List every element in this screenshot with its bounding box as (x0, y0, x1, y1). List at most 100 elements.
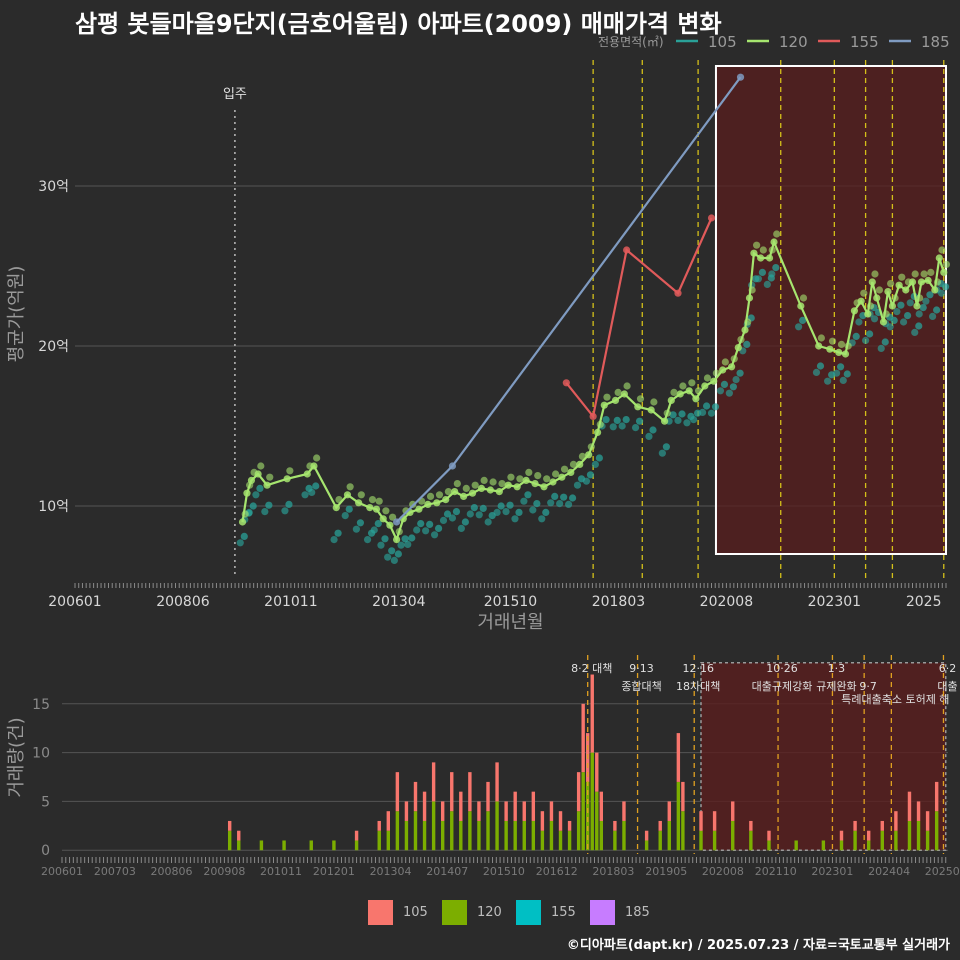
point-105 (906, 299, 914, 307)
point-105 (556, 500, 564, 508)
x-tick-label-bottom: 202404 (868, 865, 910, 878)
bar-105 (522, 801, 526, 821)
x-tick-label: 202301 (808, 594, 861, 610)
point-120 (600, 401, 608, 409)
point-105 (568, 494, 577, 502)
point-120 (594, 428, 602, 436)
bar-120 (644, 840, 649, 851)
point-120 (719, 366, 727, 374)
bar-105 (907, 791, 912, 821)
point-120 (887, 280, 895, 288)
point-105 (461, 518, 469, 526)
point-120 (750, 249, 758, 257)
point-120 (346, 483, 354, 491)
point-105 (622, 416, 630, 424)
point-120 (875, 286, 884, 294)
point-120 (471, 481, 479, 489)
bar-120 (916, 820, 921, 851)
point-120 (712, 369, 721, 377)
point-120 (462, 484, 470, 492)
point-185 (393, 518, 401, 526)
bar-105 (590, 674, 594, 753)
point-105 (674, 416, 682, 424)
point-120 (703, 374, 712, 382)
point-105 (720, 380, 729, 388)
point-120 (835, 348, 843, 356)
legend-item-185: 185 (590, 900, 664, 925)
point-185 (448, 462, 457, 470)
bar-105 (486, 781, 490, 812)
point-120 (522, 476, 530, 484)
point-105 (816, 362, 825, 370)
point-120 (495, 488, 503, 496)
point-120 (587, 443, 595, 451)
bar-105 (576, 772, 581, 812)
point-120 (379, 515, 387, 523)
x-tick-label-bottom: 202507 (925, 865, 960, 878)
bar-120 (549, 820, 554, 851)
point-120 (864, 310, 872, 318)
point-105 (836, 363, 845, 371)
point-120 (460, 492, 468, 500)
x-tick-label-bottom: 201011 (260, 865, 302, 878)
point-105 (768, 270, 776, 278)
bar-105 (894, 811, 898, 831)
point-105 (743, 340, 751, 348)
point-120 (433, 499, 441, 507)
point-120 (489, 478, 497, 486)
point-105 (832, 369, 841, 377)
credit-text: ©디아파트(dapt.kr) / 2025.07.23 / 자료=국토교통부 실… (566, 938, 950, 953)
bar-105 (839, 830, 844, 841)
bar-120 (767, 840, 771, 851)
point-105 (345, 505, 353, 513)
x-tick-label-bottom: 201407 (426, 865, 468, 878)
bar-120 (699, 830, 703, 851)
bar-120 (413, 811, 418, 851)
point-120 (773, 230, 781, 238)
point-120 (841, 350, 850, 358)
point-120 (857, 297, 865, 305)
bar-105 (540, 811, 545, 831)
bar-120 (404, 820, 409, 851)
point-120 (382, 507, 390, 515)
point-120 (647, 406, 655, 414)
bar-120 (839, 840, 844, 851)
point-120 (504, 481, 512, 489)
point-120 (685, 387, 693, 395)
point-105 (236, 539, 244, 547)
legend-swatch (590, 900, 615, 925)
point-120 (552, 470, 560, 478)
point-120 (920, 270, 928, 278)
bar-105 (667, 801, 671, 821)
point-105 (301, 491, 309, 499)
x-tick-label: 2025 (906, 594, 942, 610)
point-105 (582, 477, 591, 485)
x-tick-label-bottom: 201803 (592, 865, 634, 878)
policy-label: 9·13 (629, 662, 654, 675)
bar-105 (354, 830, 359, 841)
bar-105 (386, 811, 391, 831)
bar-120 (513, 820, 517, 851)
policy-label: 8·2 대책 (571, 662, 612, 675)
bar-120 (450, 811, 454, 851)
point-120 (873, 294, 881, 302)
policy-label: 10·26 (766, 662, 798, 675)
point-105 (870, 315, 879, 323)
point-120 (451, 488, 459, 496)
bar-120 (531, 820, 536, 851)
x-tick-label: 201011 (264, 594, 317, 610)
point-105 (631, 424, 640, 432)
point-105 (839, 376, 847, 384)
point-155 (589, 412, 597, 420)
bar-120 (504, 820, 508, 851)
y-tick-label-bottom: 10 (32, 746, 50, 762)
point-120 (303, 470, 311, 478)
point-105 (658, 449, 666, 457)
bar-105 (925, 811, 930, 831)
point-105 (903, 312, 912, 320)
point-120 (426, 492, 435, 500)
bar-120 (540, 830, 545, 851)
bar-105 (404, 801, 409, 821)
point-120 (310, 462, 318, 470)
point-120 (614, 388, 622, 396)
